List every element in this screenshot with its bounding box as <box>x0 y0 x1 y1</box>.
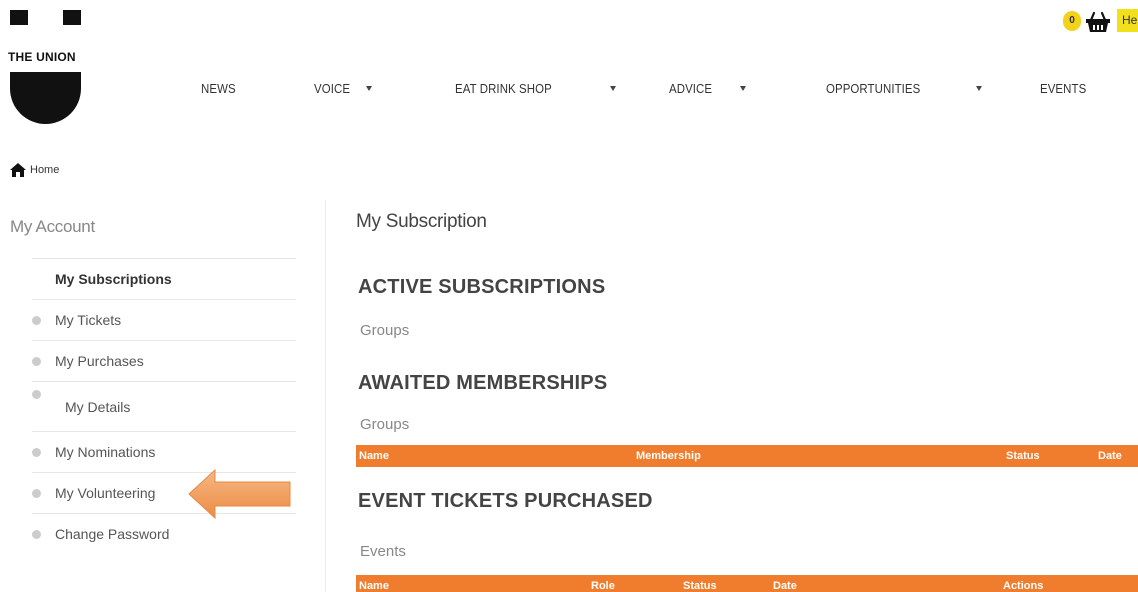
bullet-icon <box>32 390 41 399</box>
sidebar-item-label: My Subscriptions <box>55 271 172 287</box>
column-header-name[interactable]: Name <box>359 450 389 462</box>
nav-item-news[interactable]: NEWS <box>201 81 236 96</box>
column-header-membership[interactable]: Membership <box>636 450 701 462</box>
active-subscriptions-groups-label: Groups <box>360 322 410 339</box>
nav-item-voice[interactable]: VOICE <box>314 81 350 96</box>
column-header-status[interactable]: Status <box>683 580 717 592</box>
annotation-arrow-icon <box>188 468 291 520</box>
bullet-icon <box>32 315 41 325</box>
main-nav: NEWS VOICE EAT DRINK SHOP ADVICE OPPORTU… <box>0 81 1138 101</box>
awaited-memberships-heading: AWAITED MEMBERSHIPS <box>358 372 608 394</box>
help-button[interactable]: He <box>1117 9 1138 32</box>
active-subscriptions-heading: ACTIVE SUBSCRIPTIONS <box>358 276 606 298</box>
cart-count-badge[interactable]: 0 <box>1063 11 1081 31</box>
sidebar-item-label: My Details <box>65 399 131 415</box>
nav-item-advice[interactable]: ADVICE <box>669 81 712 96</box>
bullet-icon <box>32 529 41 539</box>
memberships-table-header: Name Membership Status Date <box>356 445 1138 467</box>
bullet-icon <box>32 488 41 498</box>
sidebar-item-label: My Purchases <box>55 353 144 369</box>
union-logo[interactable]: THE UNION <box>8 10 83 124</box>
sidebar-item-my-purchases[interactable]: My Purchases <box>32 340 296 381</box>
home-icon[interactable] <box>10 163 26 177</box>
sidebar-item-label: My Tickets <box>55 312 122 328</box>
column-header-role[interactable]: Role <box>591 580 615 592</box>
breadcrumb: Home <box>10 163 59 177</box>
nav-item-opportunities[interactable]: OPPORTUNITIES <box>826 81 920 96</box>
page-title: My Subscription <box>356 211 487 232</box>
bullet-icon <box>32 356 41 366</box>
column-header-status[interactable]: Status <box>1006 450 1040 462</box>
sidebar-item-my-details[interactable]: My Details <box>32 381 296 431</box>
sidebar-title: My Account <box>10 217 95 236</box>
column-header-date[interactable]: Date <box>773 580 797 592</box>
basket-icon[interactable] <box>1085 10 1111 34</box>
sidebar-item-my-nominations[interactable]: My Nominations <box>32 431 296 472</box>
chevron-down-icon[interactable] <box>740 86 746 91</box>
bullet-icon <box>32 447 41 457</box>
sidebar-item-my-tickets[interactable]: My Tickets <box>32 299 296 340</box>
chevron-down-icon[interactable] <box>976 86 982 91</box>
nav-item-events[interactable]: EVENTS <box>1040 81 1086 96</box>
column-header-date[interactable]: Date <box>1098 450 1122 462</box>
breadcrumb-home[interactable]: Home <box>30 164 59 176</box>
awaited-memberships-groups-label: Groups <box>360 416 410 433</box>
sidebar-item-label: Change Password <box>55 526 170 542</box>
logo-block-left <box>10 10 28 25</box>
chevron-down-icon[interactable] <box>610 86 616 91</box>
nav-item-eat-drink-shop[interactable]: EAT DRINK SHOP <box>455 81 552 96</box>
events-table-header: Name Role Status Date Actions <box>356 575 1138 592</box>
sidebar-item-label: My Volunteering <box>55 485 156 501</box>
sidebar-divider <box>325 200 326 592</box>
column-header-name[interactable]: Name <box>359 580 389 592</box>
event-tickets-events-label: Events <box>360 543 406 560</box>
sidebar-item-label: My Nominations <box>55 444 156 460</box>
chevron-down-icon[interactable] <box>366 86 372 91</box>
logo-text: THE UNION <box>8 50 76 64</box>
sidebar-item-my-subscriptions[interactable]: My Subscriptions <box>32 258 296 299</box>
event-tickets-heading: EVENT TICKETS PURCHASED <box>358 490 653 512</box>
column-header-actions[interactable]: Actions <box>1003 580 1043 592</box>
logo-block-right <box>63 10 81 25</box>
